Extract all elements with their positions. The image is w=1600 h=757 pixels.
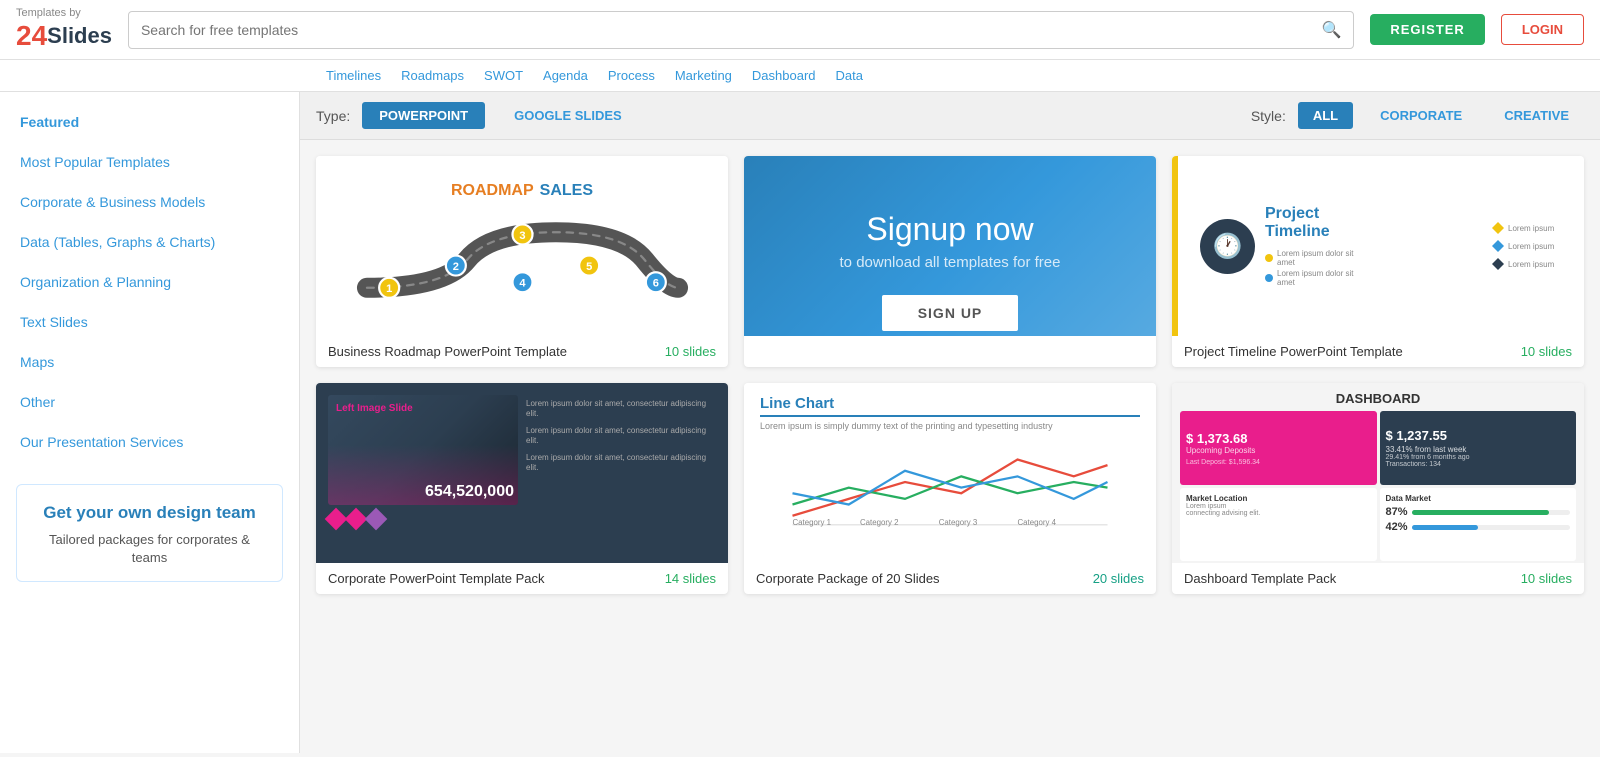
svg-text:Category 4: Category 4 [1018, 518, 1057, 527]
powerpoint-button[interactable]: POWERPOINT [362, 102, 485, 129]
logo: Templates by 24 Slides [16, 7, 112, 51]
card-info-3: Corporate PowerPoint Template Pack 14 sli… [316, 563, 728, 594]
promo-sub: Tailored packages for corporates & teams [31, 531, 268, 567]
tag-roadmaps[interactable]: Roadmaps [395, 66, 470, 85]
template-card-0[interactable]: ROADMAP SALES 1 2 3 4 5 6 [316, 156, 728, 367]
card-title-3: Corporate PowerPoint Template Pack [328, 571, 545, 586]
style-corporate-button[interactable]: CORPORATE [1365, 102, 1477, 129]
search-input[interactable] [129, 22, 1309, 38]
card-slides-0: 10 slides [665, 344, 716, 359]
sidebar-item-0[interactable]: Featured [0, 102, 299, 142]
svg-text:6: 6 [652, 278, 658, 290]
tag-bar: Timelines Roadmaps SWOT Agenda Process Market… [0, 60, 1600, 92]
svg-text:5: 5 [586, 261, 592, 273]
card-thumb-0: ROADMAP SALES 1 2 3 4 5 6 [316, 156, 728, 336]
card-title-0: Business Roadmap PowerPoint Template [328, 344, 567, 359]
sidebar-item-5[interactable]: Text Slides [0, 302, 299, 342]
sidebar-item-8[interactable]: Our Presentation Services [0, 422, 299, 462]
sidebar-nav: FeaturedMost Popular TemplatesCorporate … [0, 92, 299, 472]
template-card-2[interactable]: 🕐 Project Timeline Lorem ipsum dolor sit… [1172, 156, 1584, 367]
svg-text:4: 4 [519, 278, 526, 290]
card-thumb-2: 🕐 Project Timeline Lorem ipsum dolor sit… [1172, 156, 1584, 336]
style-label: Style: [1251, 108, 1286, 124]
tag-marketing[interactable]: Marketing [669, 66, 738, 85]
card-info-4: Corporate Package of 20 Slides 20 slides [744, 563, 1156, 594]
style-creative-button[interactable]: CREATIVE [1489, 102, 1584, 129]
card-info-2: Project Timeline PowerPoint Template 10 s… [1172, 336, 1584, 367]
card-info-0: Business Roadmap PowerPoint Template 10 s… [316, 336, 728, 367]
sidebar-item-7[interactable]: Other [0, 382, 299, 422]
search-icon-button[interactable]: 🔍 [1309, 20, 1353, 40]
sidebar-item-3[interactable]: Data (Tables, Graphs & Charts) [0, 222, 299, 262]
card-title-4: Corporate Package of 20 Slides [756, 571, 940, 586]
content-area: Type: POWERPOINT GOOGLE SLIDES Style: AL… [300, 92, 1600, 753]
card-slides-5: 10 slides [1521, 571, 1572, 586]
svg-text:Category 2: Category 2 [860, 518, 898, 527]
sidebar: FeaturedMost Popular TemplatesCorporate … [0, 92, 300, 753]
tag-data[interactable]: Data [830, 66, 869, 85]
style-all-button[interactable]: ALL [1298, 102, 1353, 129]
card-thumb-4: Line Chart Lorem ipsum is simply dummy t… [744, 383, 1156, 563]
register-button[interactable]: REGISTER [1370, 14, 1484, 45]
template-card-5[interactable]: DASHBOARD $ 1,373.68 Upcoming Deposits L… [1172, 383, 1584, 594]
tag-timelines[interactable]: Timelines [320, 66, 387, 85]
sidebar-item-2[interactable]: Corporate & Business Models [0, 182, 299, 222]
card-thumb-1: Signup now to download all templates for… [744, 156, 1156, 336]
signup-button[interactable]: SIGN UP [882, 295, 1019, 331]
template-card-4[interactable]: Line Chart Lorem ipsum is simply dummy t… [744, 383, 1156, 594]
promo-title: Get your own design team [31, 503, 268, 523]
tag-dashboard[interactable]: Dashboard [746, 66, 822, 85]
logo-by: Templates by [16, 7, 112, 19]
tag-swot[interactable]: SWOT [478, 66, 529, 85]
svg-text:Category 1: Category 1 [793, 518, 831, 527]
svg-text:1: 1 [386, 283, 392, 295]
type-label: Type: [316, 108, 350, 124]
card-info-5: Dashboard Template Pack 10 slides [1172, 563, 1584, 594]
google-slides-button[interactable]: GOOGLE SLIDES [497, 102, 639, 129]
svg-text:Category 3: Category 3 [939, 518, 978, 527]
main-layout: FeaturedMost Popular TemplatesCorporate … [0, 92, 1600, 753]
logo-number: 24 [16, 20, 47, 52]
card-slides-4: 20 slides [1093, 571, 1144, 586]
svg-text:3: 3 [519, 230, 525, 242]
search-bar: 🔍 [128, 11, 1354, 49]
sidebar-item-1[interactable]: Most Popular Templates [0, 142, 299, 182]
template-card-1[interactable]: Signup now to download all templates for… [744, 156, 1156, 367]
filter-bar: Type: POWERPOINT GOOGLE SLIDES Style: AL… [300, 92, 1600, 140]
card-thumb-5: DASHBOARD $ 1,373.68 Upcoming Deposits L… [1172, 383, 1584, 563]
card-slides-2: 10 slides [1521, 344, 1572, 359]
login-button[interactable]: LOGIN [1501, 14, 1584, 45]
card-title-2: Project Timeline PowerPoint Template [1184, 344, 1403, 359]
template-grid: ROADMAP SALES 1 2 3 4 5 6 [300, 140, 1600, 610]
template-card-3[interactable]: Left Image Slide 654,520,000 Lorem ipsum… [316, 383, 728, 594]
card-slides-3: 14 slides [665, 571, 716, 586]
sidebar-item-4[interactable]: Organization & Planning [0, 262, 299, 302]
svg-text:2: 2 [452, 261, 458, 273]
sidebar-item-6[interactable]: Maps [0, 342, 299, 382]
sidebar-promo: Get your own design team Tailored packag… [16, 484, 283, 582]
card-title-5: Dashboard Template Pack [1184, 571, 1336, 586]
tag-process[interactable]: Process [602, 66, 661, 85]
tag-agenda[interactable]: Agenda [537, 66, 594, 85]
logo-name: Slides [47, 23, 112, 49]
topbar: Templates by 24 Slides 🔍 REGISTER LOGIN [0, 0, 1600, 60]
card-thumb-3: Left Image Slide 654,520,000 Lorem ipsum… [316, 383, 728, 563]
